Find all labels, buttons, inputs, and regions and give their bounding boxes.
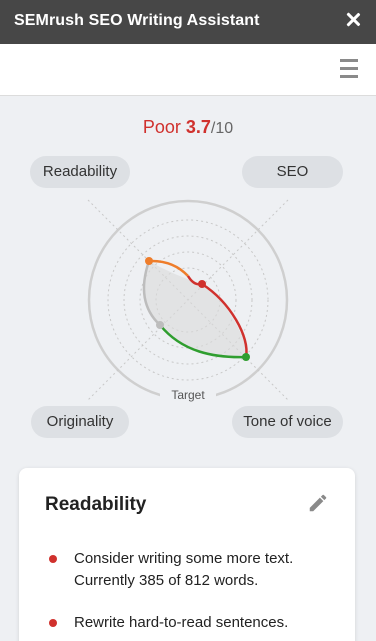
issue-text: Rewrite hard-to-read sentences. (74, 614, 289, 631)
readability-card: Readability Consider writing some more t… (19, 468, 355, 641)
score-value: 3.7 (185, 117, 211, 137)
score-max: /10 (210, 120, 234, 137)
readability-axis-button[interactable]: Readability (30, 156, 130, 188)
radar-chart: Target (87, 199, 289, 402)
window-title: SEMrush SEO Writing Assistant (14, 12, 260, 29)
pencil-icon[interactable] (307, 492, 329, 514)
issue-bullet (49, 619, 57, 627)
radar-area (143, 261, 247, 358)
card-title: Readability (45, 494, 147, 515)
title-bar: SEMrush SEO Writing Assistant (0, 0, 376, 44)
issue-bullet (49, 555, 57, 563)
hamburger-menu-icon[interactable] (340, 59, 358, 79)
tone-point (242, 353, 250, 361)
seo-point (198, 280, 206, 288)
toolbar (0, 44, 376, 96)
issue-item[interactable]: Rewrite hard-to-read sentences. (45, 612, 335, 634)
issue-text: Consider writing some more text. Current… (74, 550, 294, 589)
overall-score: Poor 3.7/10 (0, 117, 376, 138)
close-icon[interactable] (346, 12, 360, 26)
tone-of-voice-axis-button[interactable]: Tone of voice (232, 406, 343, 438)
readability-point (145, 257, 153, 265)
target-label: Target (171, 388, 205, 402)
originality-axis-button[interactable]: Originality (31, 406, 129, 438)
seo-axis-button[interactable]: SEO (242, 156, 343, 188)
score-rating: Poor (142, 117, 181, 137)
originality-point (156, 321, 164, 329)
issue-item[interactable]: Consider writing some more text. Current… (45, 548, 335, 592)
